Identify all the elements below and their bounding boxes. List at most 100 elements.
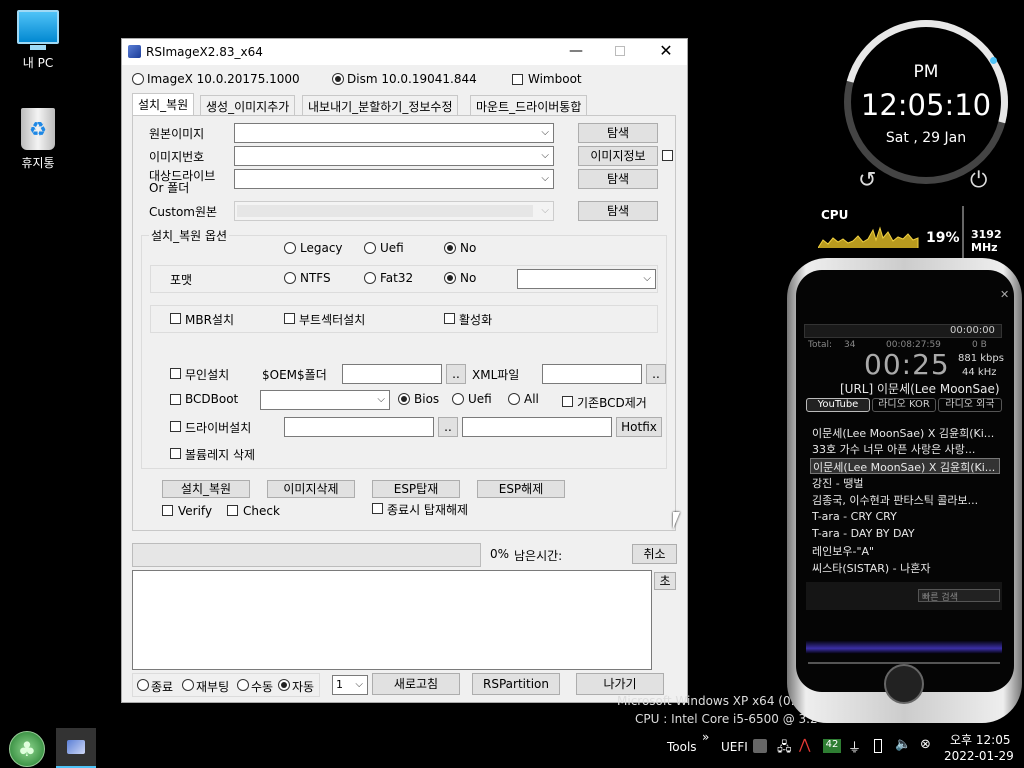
xml-file-input[interactable] [542, 364, 642, 384]
count-select[interactable]: 1 ⌵ [332, 675, 368, 695]
reboot-radio[interactable] [182, 679, 194, 691]
start-button[interactable]: ♣ [9, 731, 45, 767]
tray-icon[interactable] [753, 739, 767, 753]
bcdboot-select[interactable]: ⌵ [260, 390, 390, 410]
tools-label[interactable]: Tools [667, 740, 697, 754]
playlist-item[interactable]: 33호 가수 너무 아픈 사랑은 사랑... [812, 441, 1000, 457]
tab-export[interactable]: 내보내기_분할하기_정보수정 [302, 95, 459, 115]
player-tab-youtube[interactable]: YouTube [806, 398, 870, 412]
activate-checkbox[interactable] [444, 313, 455, 324]
refresh-button[interactable]: 새로고침 [372, 673, 460, 695]
verify-checkbox[interactable] [162, 505, 173, 516]
custom-browse-button[interactable]: 탐색 [578, 201, 658, 221]
bcdboot-checkbox[interactable] [170, 394, 181, 405]
source-browse-button[interactable]: 탐색 [578, 123, 658, 143]
check-checkbox[interactable] [227, 505, 238, 516]
xml-browse-button[interactable]: .. [646, 364, 666, 384]
tab-mount[interactable]: 마운트_드라이버통합 [470, 95, 588, 115]
mbr-checkbox[interactable] [170, 313, 181, 324]
fat32-radio[interactable] [364, 272, 376, 284]
title-bar[interactable]: RSImageX2.83_x64 — ✕ [122, 39, 687, 65]
seconds-button[interactable]: 초 [654, 572, 676, 590]
image-info-checkbox[interactable] [662, 150, 673, 161]
source-image-select[interactable]: ⌵ [234, 123, 554, 143]
remove-bcd-checkbox[interactable] [562, 396, 573, 407]
ntfs-radio[interactable] [284, 272, 296, 284]
cancel-button[interactable]: 취소 [632, 544, 677, 564]
desktop-icon-recycle-bin[interactable]: ♻ 휴지통 [8, 108, 68, 171]
shutdown-radio[interactable] [137, 679, 149, 691]
playlist-item[interactable]: 김종국, 이수현과 판타스틱 콜라보... [812, 492, 1000, 508]
delete-volume-checkbox[interactable] [170, 448, 181, 459]
unattend-checkbox[interactable] [170, 368, 181, 379]
driver-checkbox[interactable] [170, 421, 181, 432]
bios-radio[interactable] [398, 393, 410, 405]
playlist-item[interactable]: 씨스타(SISTAR) - 나혼자 [812, 560, 1000, 576]
exit-button[interactable]: 나가기 [576, 673, 664, 695]
taskbar-app-rsimagex[interactable] [56, 728, 96, 768]
hotfix-button[interactable]: Hotfix [616, 417, 662, 437]
player-tab-radio-kor[interactable]: 라디오 KOR [872, 398, 936, 412]
player-tab-radio-foreign[interactable]: 라디오 외국 [938, 398, 1002, 412]
player-home-button[interactable] [884, 664, 924, 704]
desktop-icon-this-pc[interactable]: 내 PC [8, 10, 68, 71]
minimize-button[interactable]: — [562, 43, 590, 61]
tab-create[interactable]: 생성_이미지추가 [200, 95, 296, 115]
playlist-item-selected[interactable]: 이문세(Lee MoonSae) X 김윤희(Ki... [810, 458, 1000, 474]
battery-icon[interactable] [874, 739, 882, 753]
rspartition-button[interactable]: RSPartition [472, 673, 560, 695]
tray-badge[interactable]: 42 [823, 739, 841, 753]
log-textarea[interactable] [132, 570, 652, 670]
hotfix-input[interactable] [462, 417, 612, 437]
taskbar-date[interactable]: 2022-01-29 [944, 749, 1014, 763]
image-index-select[interactable]: ⌵ [234, 146, 554, 166]
esp-unmount-button[interactable]: ESP해제 [477, 480, 565, 498]
playlist-item[interactable]: 레인보우-"A" [812, 543, 1000, 559]
target-drive-select[interactable]: ⌵ [234, 169, 554, 189]
no-format-radio[interactable] [444, 272, 456, 284]
oem-folder-input[interactable] [342, 364, 442, 384]
player-close-icon[interactable]: ✕ [1000, 288, 1009, 301]
wimboot-checkbox[interactable] [512, 74, 523, 85]
install-button[interactable]: 설치_복원 [162, 480, 250, 498]
chevron-right-icon[interactable]: » [702, 730, 709, 744]
target-browse-button[interactable]: 탐색 [578, 169, 658, 189]
no-boot-radio[interactable] [444, 242, 456, 254]
arrow-icon[interactable]: ⋀ [799, 737, 810, 753]
bcd-uefi-radio[interactable] [452, 393, 464, 405]
playlist-item[interactable]: 강진 - 땡벌 [812, 475, 1000, 491]
dism-radio[interactable] [332, 73, 344, 85]
playlist-item[interactable]: T-ara - DAY BY DAY [812, 527, 1000, 543]
close-circle-icon[interactable]: ⊗ [920, 737, 931, 752]
power-icon[interactable]: ⏻ [970, 168, 987, 193]
playlist-item[interactable]: 이문세(Lee MoonSae) X 김윤희(Ki... [812, 425, 1000, 441]
imagex-radio[interactable] [132, 73, 144, 85]
cpu-graph [818, 226, 919, 248]
all-radio[interactable] [508, 393, 520, 405]
network-icon[interactable]: 🖧 [777, 738, 792, 760]
usb-icon[interactable]: ⏚ [848, 737, 861, 756]
uefi-radio[interactable] [364, 242, 376, 254]
driver-input[interactable] [284, 417, 434, 437]
unmount-on-exit-checkbox[interactable] [372, 503, 383, 514]
bootsector-checkbox[interactable] [284, 313, 295, 324]
close-button[interactable]: ✕ [652, 41, 680, 61]
maximize-button[interactable] [606, 43, 634, 61]
taskbar-time[interactable]: 오후 12:05 [950, 731, 1010, 748]
legacy-radio[interactable] [284, 242, 296, 254]
restart-icon[interactable]: ↺ [858, 168, 876, 193]
image-info-button[interactable]: 이미지정보 [578, 146, 658, 166]
driver-browse-button[interactable]: .. [438, 417, 458, 437]
delete-image-button[interactable]: 이미지삭제 [267, 480, 355, 498]
player-search-input[interactable]: 빠른 검색 [918, 589, 1000, 603]
playlist-item[interactable]: T-ara - CRY CRY [812, 510, 1000, 526]
speaker-icon[interactable]: 🔈 [895, 737, 911, 752]
custom-source-select[interactable]: ⌵ [234, 201, 554, 221]
driver-label: 드라이버설치 [185, 421, 252, 435]
esp-mount-button[interactable]: ESP탑재 [372, 480, 460, 498]
tab-install[interactable]: 설치_복원 [132, 93, 195, 116]
auto-radio[interactable] [278, 679, 290, 691]
manual-radio[interactable] [237, 679, 249, 691]
format-select[interactable]: ⌵ [517, 269, 656, 289]
oem-browse-button[interactable]: .. [446, 364, 466, 384]
